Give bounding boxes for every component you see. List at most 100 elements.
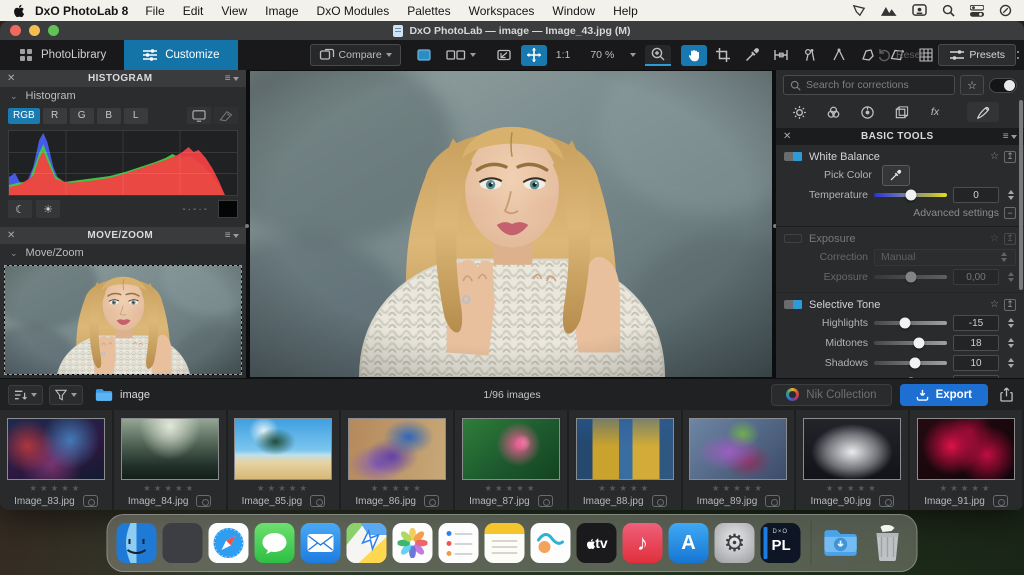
close-window-button[interactable] (10, 25, 21, 36)
share-button[interactable] (996, 385, 1016, 405)
thumbnail-image[interactable] (803, 418, 901, 480)
channel-l-button[interactable]: L (124, 108, 148, 124)
shadows-stepper[interactable] (1005, 358, 1016, 368)
filmstrip-item[interactable]: ★★★★★ Image_91.jpg (910, 410, 1024, 510)
search-input[interactable] (806, 79, 948, 91)
dock-freeform-icon[interactable] (531, 523, 571, 563)
temperature-stepper[interactable] (1005, 190, 1016, 200)
menu-file[interactable]: File (136, 4, 173, 18)
mountains-icon[interactable] (881, 5, 897, 17)
menu-app-name[interactable]: DxO PhotoLab 8 (35, 4, 128, 18)
temperature-slider-knob[interactable] (905, 190, 916, 201)
favorites-filter-button[interactable]: ☆ (960, 75, 984, 95)
palette-menu-icon[interactable]: ≡ (225, 230, 239, 241)
channel-rgb-button[interactable]: RGB (8, 108, 40, 124)
advanced-settings-link[interactable]: Advanced settings (913, 207, 999, 219)
spotlight-icon[interactable] (942, 4, 955, 17)
reset-button[interactable]: Reset (871, 45, 928, 66)
zoom-level-dropdown[interactable]: 70 % (585, 45, 641, 66)
thumbnail-image[interactable] (917, 418, 1015, 480)
exposure-value[interactable]: 0,00 (953, 269, 999, 285)
geometry-category-button[interactable] (885, 102, 917, 122)
favorite-star-icon[interactable]: ☆ (990, 299, 999, 310)
highlights-stepper[interactable] (1005, 318, 1016, 328)
crop-tool[interactable] (710, 45, 736, 66)
filmstrip-item[interactable]: ★★★★★ Image_86.jpg (341, 410, 455, 510)
star-rating[interactable]: ★★★★★ (826, 483, 879, 494)
local-adjustments-button[interactable] (967, 102, 999, 122)
fx-category-button[interactable]: fx (919, 102, 951, 122)
histogram-palette-header[interactable]: ✕ HISTOGRAM ≡ (0, 70, 246, 87)
highlights-value[interactable]: -15 (953, 315, 999, 331)
star-rating[interactable]: ★★★★★ (371, 483, 424, 494)
correction-mode-dropdown[interactable]: Manual (874, 249, 1016, 266)
shadow-clipping-button[interactable]: ☾ (8, 200, 32, 218)
star-rating[interactable]: ★★★★★ (712, 483, 765, 494)
reset-correction-icon[interactable]: ↥ (1004, 151, 1016, 163)
fit-screen-button[interactable] (491, 45, 517, 66)
highlights-slider[interactable] (874, 321, 947, 325)
collapse-icon[interactable]: − (1004, 207, 1016, 219)
shadows-value[interactable]: 10 (953, 355, 999, 371)
search-box[interactable] (783, 75, 955, 95)
menu-edit[interactable]: Edit (174, 4, 213, 18)
current-folder[interactable]: image (95, 388, 150, 402)
filmstrip-item[interactable]: ★★★★★ Image_87.jpg (455, 410, 569, 510)
selective-tone-checkbox[interactable] (784, 300, 802, 309)
dock-notes-icon[interactable] (485, 523, 525, 563)
dock-downloads-folder-icon[interactable] (822, 523, 862, 563)
midtones-slider[interactable] (874, 341, 947, 345)
image-viewer[interactable] (248, 70, 774, 378)
pick-color-button[interactable] (882, 165, 910, 186)
exposure-slider-knob[interactable] (905, 272, 916, 283)
dock-launchpad-icon[interactable] (163, 523, 203, 563)
filmstrip-item[interactable]: ★★★★★ Image_83.jpg (0, 410, 114, 510)
highlights-slider-knob[interactable] (899, 318, 910, 329)
zoom-window-button[interactable] (48, 25, 59, 36)
minimize-window-button[interactable] (29, 25, 40, 36)
display-mirroring-icon[interactable] (912, 4, 927, 17)
close-icon[interactable]: ✕ (7, 73, 16, 84)
ratio-1-1-button[interactable]: 1:1 (551, 45, 576, 66)
navigator-thumbnail[interactable] (4, 265, 242, 375)
exposure-stepper[interactable] (1005, 272, 1016, 282)
thumbnail-image[interactable] (462, 418, 560, 480)
zoom-in-button[interactable] (645, 45, 671, 66)
horizon-tool[interactable] (768, 45, 794, 66)
favorite-star-icon[interactable]: ☆ (990, 151, 999, 162)
detail-category-button[interactable] (851, 102, 883, 122)
star-rating[interactable]: ★★★★★ (257, 483, 310, 494)
dock-photos-icon[interactable] (393, 523, 433, 563)
active-corrections-toggle[interactable] (989, 78, 1017, 93)
dock-appletv-icon[interactable]: tv (577, 523, 617, 563)
thumbnail-image[interactable] (348, 418, 446, 480)
filmstrip-item[interactable]: ★★★★★ Image_89.jpg (683, 410, 797, 510)
dock-finder-icon[interactable] (117, 523, 157, 563)
presets-button[interactable]: Presets (938, 44, 1016, 66)
menu-view[interactable]: View (212, 4, 256, 18)
move-view-button[interactable] (521, 45, 547, 66)
star-rating[interactable]: ★★★★★ (143, 483, 196, 494)
filmstrip-item[interactable]: ★★★★★ Image_85.jpg (228, 410, 342, 510)
reset-correction-icon[interactable]: ↥ (1004, 299, 1016, 311)
export-button[interactable]: Export (900, 384, 988, 406)
temperature-slider[interactable] (874, 193, 947, 197)
thumbnail-image[interactable] (234, 418, 332, 480)
channel-r-button[interactable]: R (43, 108, 67, 124)
thumbnail-image[interactable] (7, 418, 105, 480)
nik-collection-button[interactable]: Nik Collection (771, 384, 891, 406)
tab-customize[interactable]: Customize (124, 40, 237, 70)
star-rating[interactable]: ★★★★★ (484, 483, 537, 494)
tab-photolibrary[interactable]: PhotoLibrary (0, 40, 124, 70)
thumbnail-image[interactable] (576, 418, 674, 480)
close-icon[interactable]: ✕ (783, 131, 792, 142)
soft-proofing-icon[interactable] (214, 107, 238, 124)
color-category-button[interactable] (817, 102, 849, 122)
menu-image[interactable]: Image (256, 4, 307, 18)
histogram-section-row[interactable]: ⌄ Histogram (0, 87, 246, 105)
siri-icon[interactable] (999, 4, 1012, 17)
filter-button[interactable] (49, 385, 83, 405)
menu-palettes[interactable]: Palettes (398, 4, 459, 18)
reset-correction-icon[interactable]: ↥ (1004, 233, 1016, 245)
window-title-bar[interactable]: DxO PhotoLab — image — Image_43.jpg (M) (0, 21, 1024, 40)
